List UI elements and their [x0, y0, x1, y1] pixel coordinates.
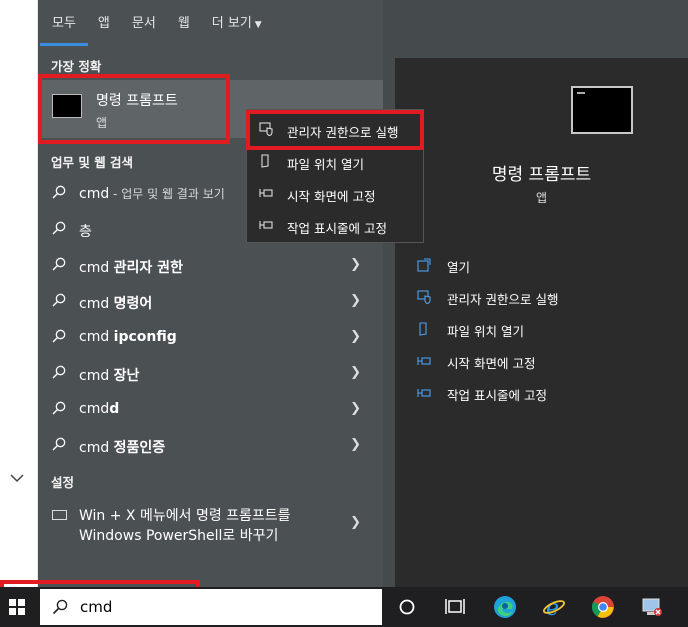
- search-icon: [52, 401, 66, 415]
- chevron-right-icon[interactable]: ❯: [350, 515, 361, 530]
- tab-web[interactable]: 웹: [178, 10, 190, 46]
- search-icon: [52, 329, 66, 343]
- search-suggestion[interactable]: cmd ipconfig ❯: [38, 320, 383, 356]
- detail-title: 명령 프롬프트: [491, 165, 592, 185]
- chevron-right-icon[interactable]: ❯: [350, 257, 361, 272]
- search-suggestion[interactable]: cmd 관리자 권한 ❯: [38, 248, 383, 284]
- search-icon: [52, 599, 68, 615]
- network-computer-icon[interactable]: [640, 595, 664, 619]
- tab-label: 웹: [177, 16, 190, 31]
- search-icon: [52, 221, 66, 235]
- menu-item-label: 파일 위치 열기: [287, 157, 364, 172]
- suggestion-text: 층: [79, 224, 92, 240]
- internet-explorer-icon[interactable]: e: [542, 595, 566, 619]
- suggestion-prefix: cmd: [79, 296, 114, 312]
- tab-apps[interactable]: 앱: [98, 10, 110, 46]
- chevron-right-icon[interactable]: ❯: [350, 437, 361, 452]
- action-label: 파일 위치 열기: [447, 324, 524, 339]
- highlight-run-as-admin: [246, 110, 424, 150]
- action-label: 열기: [447, 260, 471, 275]
- command-prompt-icon: [571, 86, 633, 134]
- pin-icon: [417, 386, 431, 400]
- suggestion-prefix: cmd: [79, 368, 114, 384]
- search-value: cmd: [80, 598, 113, 616]
- web-search-heading: 업무 및 웹 검색: [51, 155, 134, 170]
- menu-item-open-file-location[interactable]: 파일 위치 열기: [247, 146, 425, 178]
- suggestion-prefix: cmd: [79, 329, 114, 345]
- cortana-icon[interactable]: [395, 595, 419, 619]
- search-suggestion[interactable]: cmd 정품인증 ❯: [38, 428, 383, 464]
- search-icon: [52, 437, 66, 451]
- action-label: 작업 표시줄에 고정: [447, 388, 547, 403]
- suggestion-bold: 정품인증: [113, 440, 166, 456]
- search-icon: [52, 257, 66, 271]
- shield-icon: [417, 290, 431, 305]
- start-button[interactable]: [0, 587, 38, 627]
- best-match-heading: 가장 정확: [51, 59, 102, 74]
- caret-down-icon: ▼: [254, 20, 262, 30]
- search-icon: [52, 185, 66, 199]
- menu-item-pin-start[interactable]: 시작 화면에 고정: [247, 178, 425, 210]
- chevron-right-icon[interactable]: ❯: [350, 365, 361, 380]
- tab-more[interactable]: 더 보기 ▼: [212, 10, 262, 46]
- chevron-right-icon[interactable]: ❯: [350, 293, 361, 308]
- suggestion-text: cmd: [79, 186, 110, 202]
- suggestion-hint: - 업무 및 웹 결과 보기: [109, 187, 225, 201]
- chevron-down-icon[interactable]: [10, 472, 24, 486]
- folder-icon: [417, 322, 431, 336]
- tab-label: 문서: [131, 16, 156, 31]
- highlight-best-match: [38, 74, 230, 144]
- search-icon: [52, 293, 66, 307]
- taskbar: cmd e: [0, 587, 688, 627]
- search-icon: [52, 365, 66, 379]
- menu-item-pin-taskbar[interactable]: 작업 표시줄에 고정: [247, 210, 425, 242]
- suggestion-prefix: cmd: [79, 440, 114, 456]
- setting-item[interactable]: Win + X 메뉴에서 명령 프롬프트를 Windows PowerShell…: [38, 500, 383, 548]
- suggestion-bold: 관리자 권한: [113, 260, 183, 276]
- detail-pane: 명령 프롬프트 앱 열기 관리자 권한으로 실행 파일 위치 열기 시작 화면에…: [395, 58, 688, 587]
- search-suggestion[interactable]: cmd 장난 ❯: [38, 356, 383, 392]
- suggestion-prefix: cmd: [79, 260, 114, 276]
- suggestion-bold: d: [109, 401, 120, 417]
- detail-subtitle: 앱: [535, 191, 548, 205]
- folder-icon: [259, 154, 273, 168]
- tab-documents[interactable]: 문서: [132, 10, 156, 46]
- menu-item-label: 시작 화면에 고정: [287, 189, 376, 204]
- task-view-icon[interactable]: [443, 595, 467, 619]
- pin-icon: [417, 354, 431, 368]
- suggestion-bold: ipconfig: [113, 329, 177, 345]
- open-icon: [417, 258, 431, 272]
- suggestion-prefix: cmd: [79, 401, 110, 417]
- edge-browser-icon[interactable]: [493, 595, 517, 619]
- action-label: 시작 화면에 고정: [447, 356, 536, 371]
- search-tabs: 모두 앱 문서 웹 더 보기 ▼: [40, 10, 262, 46]
- svg-text:e: e: [546, 596, 559, 619]
- tab-all[interactable]: 모두: [40, 10, 88, 46]
- tab-label: 더 보기: [211, 16, 252, 31]
- windows-logo-icon: [9, 599, 25, 615]
- chrome-icon[interactable]: [591, 595, 615, 619]
- menu-item-label: 작업 표시줄에 고정: [287, 221, 387, 236]
- pin-icon: [259, 218, 273, 232]
- chevron-right-icon[interactable]: ❯: [350, 401, 361, 416]
- keyboard-icon: [52, 510, 67, 520]
- desktop-background: [0, 0, 38, 587]
- pin-icon: [259, 186, 273, 200]
- settings-heading: 설정: [51, 475, 75, 490]
- suggestion-bold: 명령어: [113, 296, 153, 312]
- suggestion-bold: 장난: [113, 368, 140, 384]
- tab-label: 모두: [52, 16, 76, 31]
- action-label: 관리자 권한으로 실행: [447, 292, 559, 307]
- search-suggestion[interactable]: cmd 명령어 ❯: [38, 284, 383, 320]
- setting-line-1: Win + X 메뉴에서 명령 프롬프트를: [79, 508, 291, 524]
- tab-label: 앱: [97, 16, 110, 31]
- search-input[interactable]: cmd: [40, 589, 382, 625]
- setting-line-2: Windows PowerShell로 바꾸기: [79, 528, 279, 544]
- chevron-right-icon[interactable]: ❯: [350, 329, 361, 344]
- search-suggestion[interactable]: cmdd ❯: [38, 392, 383, 428]
